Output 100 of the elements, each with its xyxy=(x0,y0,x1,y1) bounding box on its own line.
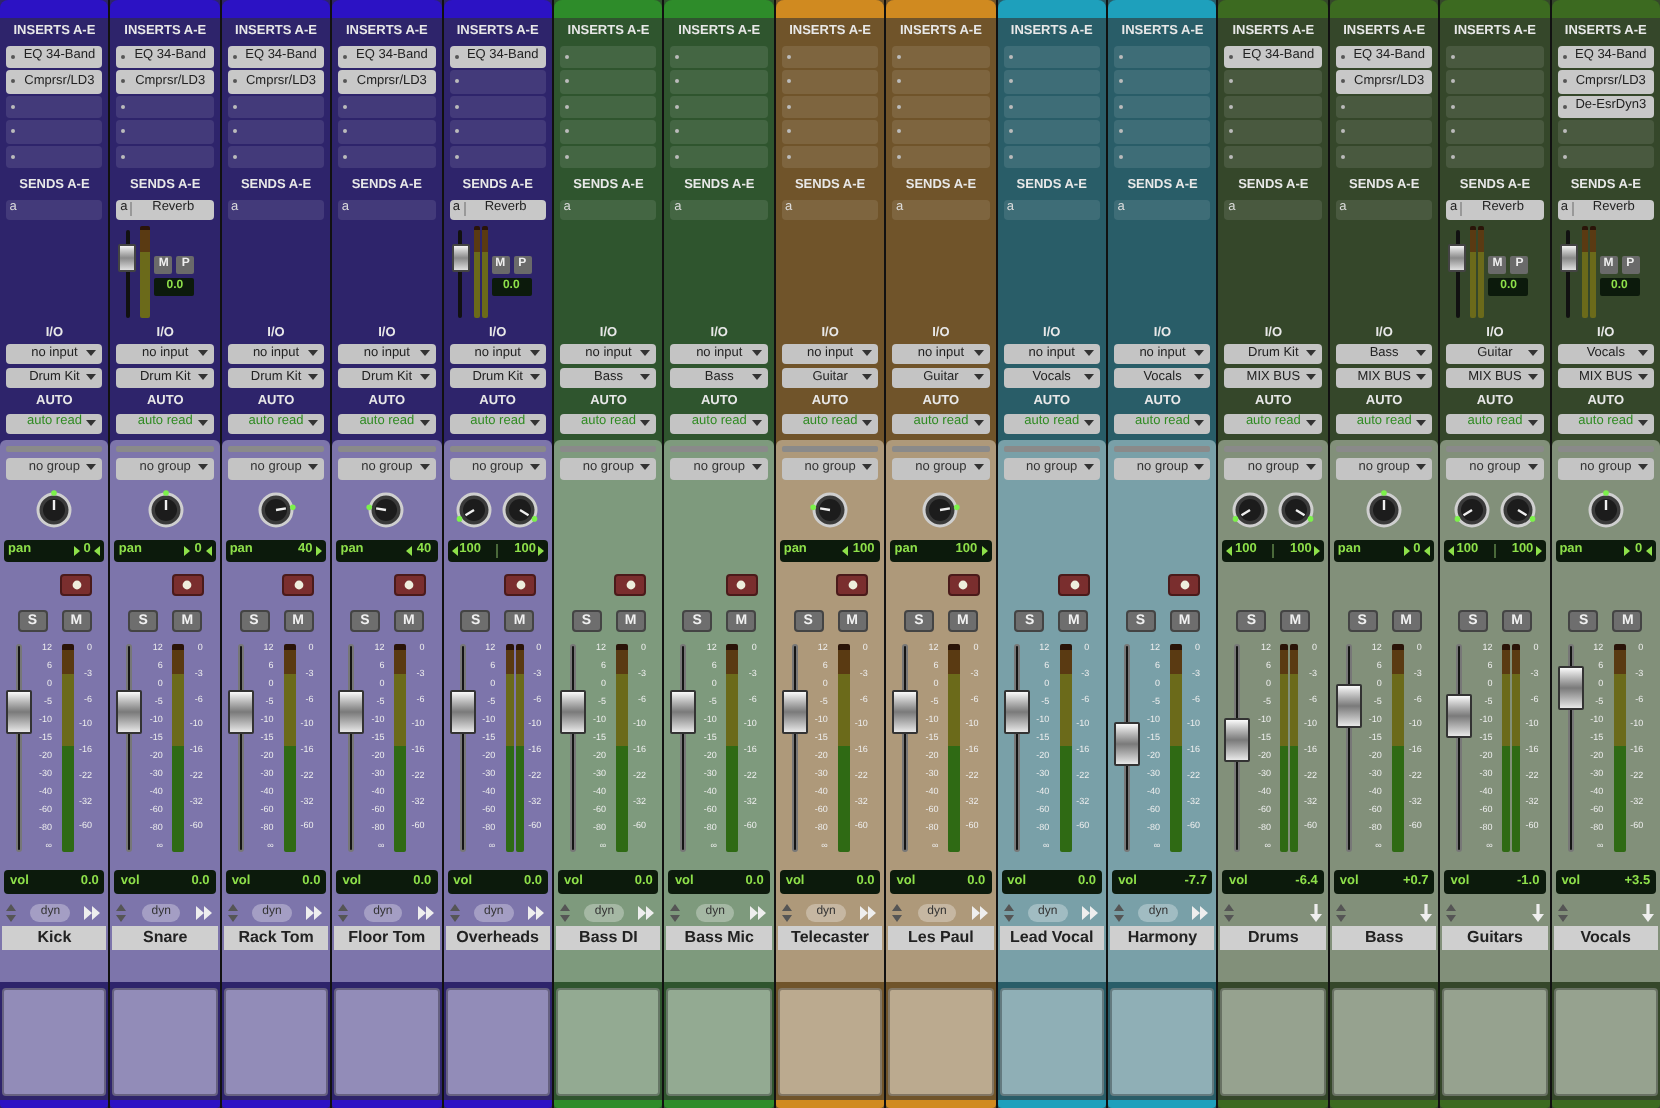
track-name[interactable]: Overheads xyxy=(445,926,551,950)
comments-box[interactable] xyxy=(999,988,1105,1096)
insert-slot[interactable] xyxy=(338,145,436,168)
pan-knob[interactable] xyxy=(1497,490,1538,530)
insert-slot[interactable] xyxy=(6,95,103,118)
track-name[interactable]: Bass Mic xyxy=(666,926,772,950)
insert-slot[interactable] xyxy=(6,145,103,168)
comments-box[interactable] xyxy=(888,988,994,1096)
volume-fader-handle[interactable] xyxy=(1114,722,1141,767)
comments-box[interactable] xyxy=(1110,988,1215,1096)
track-name[interactable]: Drums xyxy=(1220,926,1326,950)
comments-box[interactable] xyxy=(334,988,440,1096)
insert-slot[interactable] xyxy=(1003,95,1101,118)
pan-knob[interactable] xyxy=(1230,490,1271,530)
insert-slot[interactable] xyxy=(1224,70,1322,93)
pan-knob[interactable] xyxy=(366,490,407,530)
insert-slot[interactable] xyxy=(781,70,879,93)
insert-slot[interactable] xyxy=(1114,70,1211,93)
track-name[interactable]: Les Paul xyxy=(888,926,994,950)
volume-fader-handle[interactable] xyxy=(892,689,919,734)
pan-knob[interactable] xyxy=(810,490,851,530)
insert-slot[interactable] xyxy=(1446,70,1544,93)
insert-slot[interactable] xyxy=(781,95,879,118)
track-name[interactable]: Bass DI xyxy=(556,926,661,950)
pan-knob[interactable] xyxy=(1276,490,1317,530)
record-button[interactable] xyxy=(1058,574,1091,596)
comments-box[interactable] xyxy=(666,988,772,1096)
comments-box[interactable] xyxy=(556,988,661,1096)
insert-slot[interactable] xyxy=(892,95,990,118)
comments-box[interactable] xyxy=(223,988,329,1096)
insert-slot[interactable] xyxy=(1114,145,1211,168)
pan-knob[interactable] xyxy=(1585,490,1626,530)
comments-box[interactable] xyxy=(1220,988,1326,1096)
insert-slot[interactable] xyxy=(449,95,547,118)
insert-slot[interactable] xyxy=(560,95,657,118)
volume-fader-handle[interactable] xyxy=(781,689,808,734)
comments-box[interactable] xyxy=(1331,988,1437,1096)
record-button[interactable] xyxy=(60,574,93,596)
insert-slot[interactable] xyxy=(1446,120,1544,143)
insert-slot[interactable] xyxy=(6,120,103,143)
record-button[interactable] xyxy=(836,574,869,596)
track-name[interactable]: Lead Vocal xyxy=(999,926,1105,950)
send-fader-handle[interactable] xyxy=(1448,244,1467,272)
pan-knob[interactable] xyxy=(920,490,961,530)
insert-slot[interactable] xyxy=(1335,95,1433,118)
pan-knob[interactable] xyxy=(256,490,297,530)
volume-fader-handle[interactable] xyxy=(1335,683,1362,728)
insert-slot[interactable] xyxy=(560,145,657,168)
insert-slot[interactable] xyxy=(116,120,214,143)
track-name[interactable]: Harmony xyxy=(1110,926,1215,950)
volume-fader-handle[interactable] xyxy=(1557,666,1584,711)
pan-knob[interactable] xyxy=(145,490,186,530)
insert-slot[interactable] xyxy=(781,120,879,143)
insert-slot[interactable] xyxy=(560,70,657,93)
insert-slot[interactable] xyxy=(1557,145,1655,168)
insert-slot[interactable] xyxy=(560,120,657,143)
pan-knob[interactable] xyxy=(34,490,75,530)
insert-slot[interactable] xyxy=(670,45,768,68)
insert-slot[interactable] xyxy=(781,145,879,168)
insert-slot[interactable] xyxy=(1446,45,1544,68)
comments-box[interactable] xyxy=(1442,988,1548,1096)
record-button[interactable] xyxy=(504,574,537,596)
track-name[interactable]: Floor Tom xyxy=(334,926,440,950)
record-button[interactable] xyxy=(171,574,204,596)
volume-fader-handle[interactable] xyxy=(116,689,143,734)
insert-slot[interactable] xyxy=(1557,120,1655,143)
track-name[interactable]: Bass xyxy=(1331,926,1437,950)
pan-knob[interactable] xyxy=(1364,490,1405,530)
insert-slot[interactable] xyxy=(670,70,768,93)
volume-fader-handle[interactable] xyxy=(670,689,697,734)
insert-slot[interactable] xyxy=(781,45,879,68)
insert-slot[interactable] xyxy=(892,145,990,168)
track-name[interactable]: Rack Tom xyxy=(223,926,329,950)
track-name[interactable]: Guitars xyxy=(1442,926,1548,950)
insert-slot[interactable] xyxy=(1003,45,1101,68)
insert-slot[interactable] xyxy=(1114,95,1211,118)
send-fader-handle[interactable] xyxy=(1559,244,1578,272)
insert-slot[interactable] xyxy=(116,145,214,168)
comments-box[interactable] xyxy=(445,988,551,1096)
volume-fader-handle[interactable] xyxy=(1446,694,1473,739)
pan-knob[interactable] xyxy=(454,490,495,530)
insert-slot[interactable] xyxy=(560,45,657,68)
pan-knob[interactable] xyxy=(1451,490,1492,530)
volume-fader-handle[interactable] xyxy=(560,689,587,734)
comments-box[interactable] xyxy=(1553,988,1659,1096)
insert-slot[interactable] xyxy=(892,70,990,93)
insert-slot[interactable] xyxy=(670,120,768,143)
insert-slot[interactable] xyxy=(1224,120,1322,143)
insert-slot[interactable] xyxy=(1114,120,1211,143)
track-name[interactable]: Kick xyxy=(2,926,107,950)
track-name[interactable]: Snare xyxy=(112,926,218,950)
insert-slot[interactable] xyxy=(449,70,547,93)
insert-slot[interactable] xyxy=(1224,95,1322,118)
track-name[interactable]: Vocals xyxy=(1553,926,1659,950)
insert-slot[interactable] xyxy=(1003,145,1101,168)
record-button[interactable] xyxy=(282,574,315,596)
record-button[interactable] xyxy=(1168,574,1201,596)
send-fader-handle[interactable] xyxy=(451,244,470,272)
volume-fader-handle[interactable] xyxy=(1003,689,1030,734)
insert-slot[interactable] xyxy=(670,145,768,168)
